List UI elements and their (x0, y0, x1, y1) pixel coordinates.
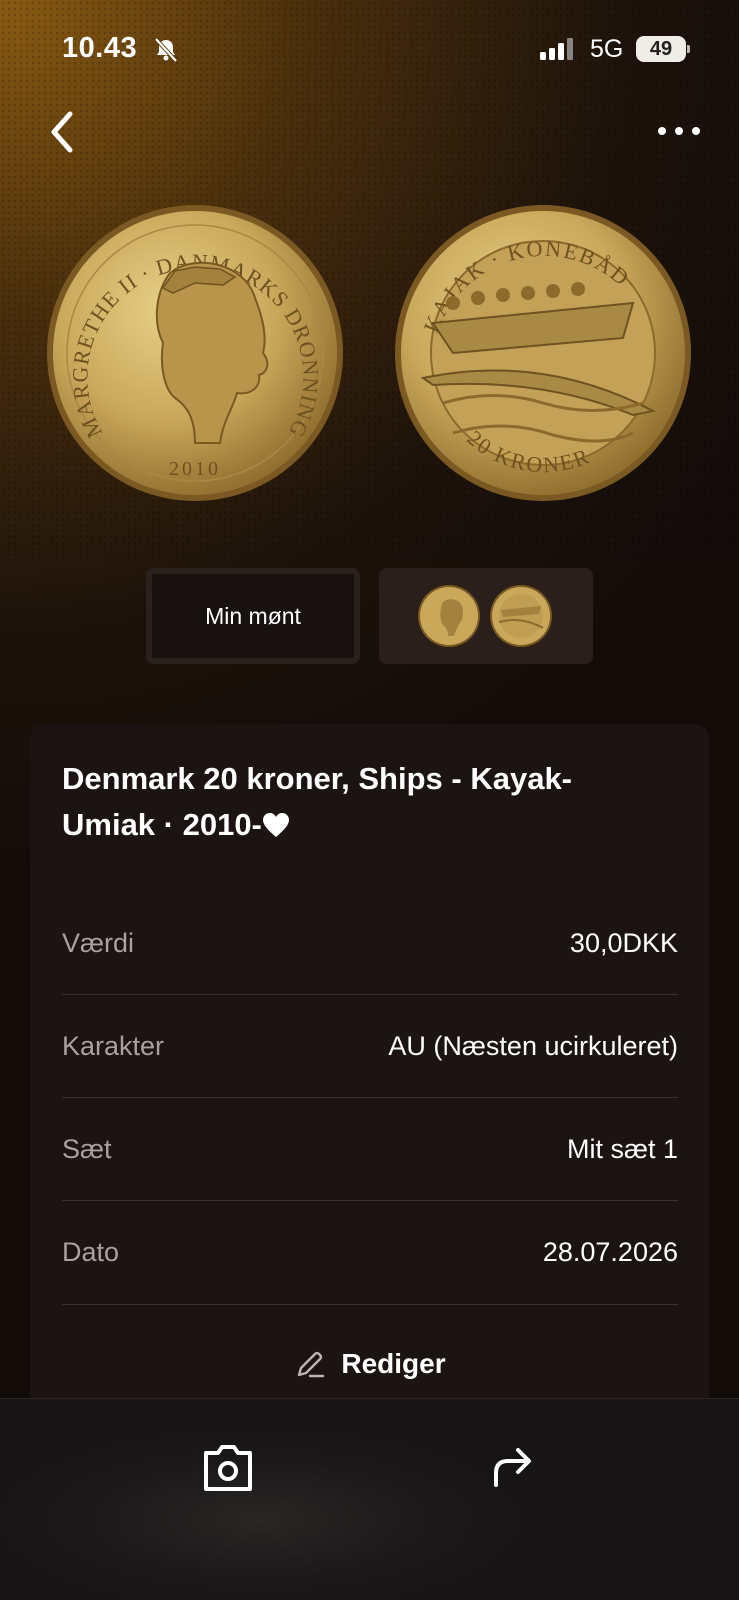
detail-row-grade: Karakter AU (Næsten ucirkuleret) (62, 995, 678, 1097)
pencil-icon (298, 1351, 325, 1378)
tab-my-coin-label: Min mønt (205, 602, 301, 629)
cellular-signal-icon (540, 38, 573, 60)
camera-icon[interactable] (200, 1441, 256, 1495)
coin-obverse-image: MARGRETHE II · DANMARKS DRONNING 2010 (47, 205, 343, 501)
detail-label: Karakter (62, 1030, 165, 1061)
status-time: 10.43 (62, 32, 138, 64)
battery-indicator: 49 (636, 36, 690, 62)
detail-value: 30,0DKK (569, 927, 678, 958)
detail-label: Sæt (62, 1133, 112, 1164)
detail-value: 28.07.2026 (542, 1236, 678, 1267)
detail-row-set: Sæt Mit sæt 1 (62, 1098, 678, 1200)
tab-my-coin[interactable]: Min mønt (146, 568, 360, 664)
edit-button-label: Rediger (341, 1348, 446, 1379)
status-bar: 10.43 5G 49 (0, 0, 739, 100)
share-arrow-icon[interactable] (488, 1441, 536, 1489)
coin-title: Denmark 20 kroner, Ships - Kayak-Umiak ·… (62, 756, 662, 848)
detail-label: Dato (62, 1236, 120, 1267)
detail-value: Mit sæt 1 (566, 1133, 678, 1164)
tab-catalog-images[interactable] (379, 568, 593, 664)
divider (62, 1304, 678, 1305)
detail-row-date: Dato 28.07.2026 (62, 1201, 678, 1303)
detail-row-value: Værdi 30,0DKK (62, 892, 678, 994)
coin-reverse-image: KAJAK · KONEBÅD 20 KRONER (395, 205, 691, 501)
thumbnail-reverse (490, 585, 552, 647)
detail-value: AU (Næsten ucirkuleret) (388, 1030, 678, 1061)
detail-label: Værdi (62, 927, 135, 958)
more-horizontal-icon[interactable] (654, 116, 704, 146)
bell-slash-icon (154, 37, 178, 63)
bottom-action-bar (0, 1398, 739, 1600)
chevron-left-icon[interactable] (42, 108, 82, 156)
coin-title-text: Denmark 20 kroner, Ships - Kayak-Umiak ·… (62, 761, 573, 842)
coin-details-card: Denmark 20 kroner, Ships - Kayak-Umiak ·… (30, 724, 709, 1424)
obverse-year: 2010 (169, 458, 221, 480)
battery-level: 49 (649, 37, 673, 60)
heart-icon[interactable] (262, 812, 290, 838)
network-type: 5G (590, 35, 624, 63)
edit-button[interactable]: Rediger (30, 1334, 709, 1394)
thumbnail-obverse (418, 585, 480, 647)
